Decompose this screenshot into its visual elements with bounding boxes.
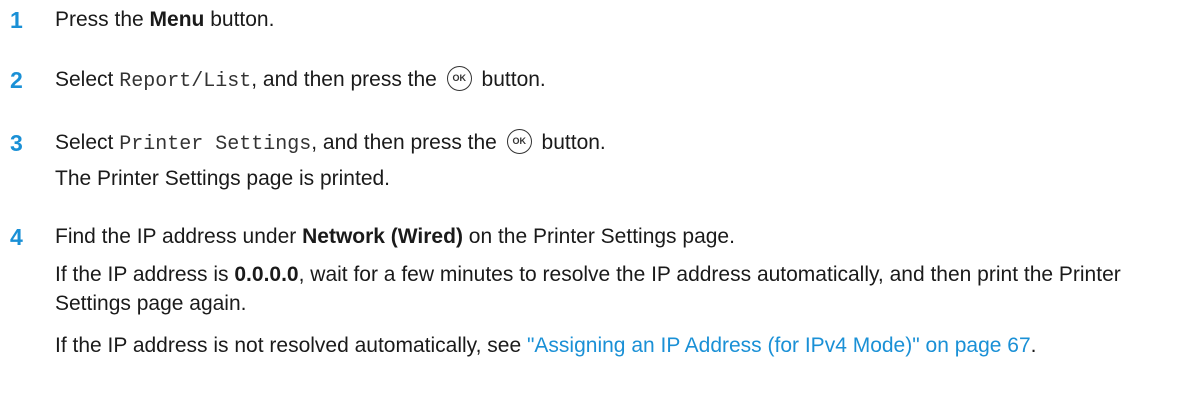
menu-button-name: Menu xyxy=(149,8,205,31)
network-wired-label: Network (Wired) xyxy=(302,225,463,248)
step-text: Press the Menu button. xyxy=(55,8,275,31)
step-number: 1 xyxy=(10,7,23,33)
ok-button-icon: OK xyxy=(506,129,532,154)
step-text: Select Report/List, and then press the O… xyxy=(55,66,546,93)
ok-button-icon: OK xyxy=(446,66,472,91)
step-number: 2 xyxy=(10,67,23,93)
menu-item-report-list: Report/List xyxy=(119,70,252,93)
ip-zero-value: 0.0.0.0 xyxy=(234,263,299,286)
assign-ip-address-link[interactable]: "Assigning an IP Address (for IPv4 Mode)… xyxy=(527,334,1031,357)
step-number: 3 xyxy=(10,130,23,156)
menu-item-printer-settings: Printer Settings xyxy=(119,133,312,156)
step-text: Find the IP address under Network (Wired… xyxy=(55,225,735,248)
step-number: 4 xyxy=(10,224,23,250)
ip-unresolved-paragraph: If the IP address is not resolved automa… xyxy=(55,334,1037,357)
step-result: The Printer Settings page is printed. xyxy=(55,167,391,190)
ip-zero-paragraph: If the IP address is 0.0.0.0, wait for a… xyxy=(55,263,1121,315)
step-text: Select Printer Settings, and then press … xyxy=(55,129,606,156)
